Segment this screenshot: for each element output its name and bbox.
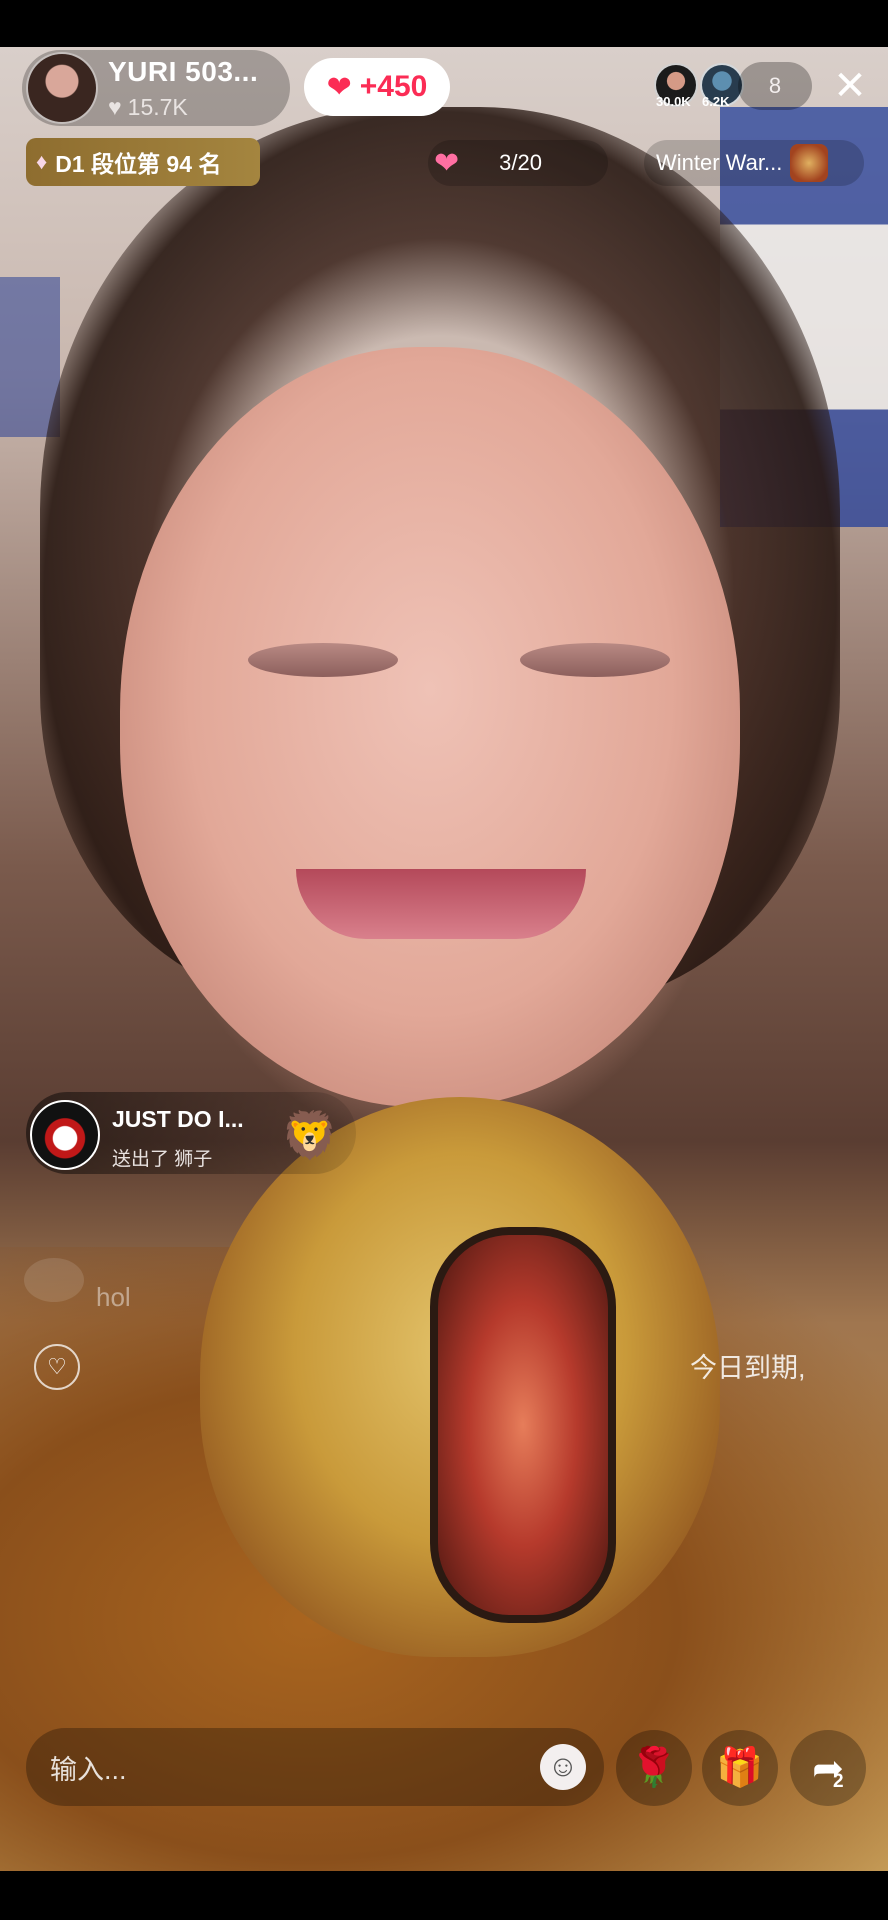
live-video-stream <box>0 47 888 1871</box>
gift-icon[interactable]: 🎁 <box>702 1730 778 1806</box>
gift-sender-name: JUST DO I... <box>112 1106 244 1132</box>
emoji-icon[interactable]: ☺ <box>540 1744 586 1790</box>
share-icon[interactable]: ➦ <box>790 1730 866 1806</box>
streamer-eye-left <box>248 643 398 677</box>
rose-icon[interactable]: 🌹 <box>616 1730 692 1806</box>
heart-icon: ♥ <box>108 94 122 120</box>
host-likes-count: 15.7K <box>127 94 188 120</box>
likes-gain-value: +450 <box>359 70 428 103</box>
top-viewer-score-2: 6.2K <box>702 94 730 109</box>
likes-gain-badge[interactable]: ❤ +450 <box>304 58 450 116</box>
event-label: Winter War... <box>656 150 783 175</box>
streamer-mouth <box>296 869 586 939</box>
system-notice: 今日到期, <box>690 1353 806 1383</box>
rank-badge[interactable]: ♦ D1 段位第 94 名 <box>26 138 260 186</box>
gift-action-text: 送出了 狮子 <box>112 1149 213 1170</box>
host-avatar[interactable] <box>26 52 98 124</box>
host-likes: ♥ 15.7K <box>108 94 188 121</box>
task-progress-pill[interactable]: ❤ 3/20 <box>428 140 608 186</box>
lion-gift-icon: 🦁 <box>281 1109 339 1161</box>
heart-icon: ❤ <box>326 70 352 104</box>
streamer-face <box>120 347 740 1107</box>
event-badge-icon <box>790 144 829 182</box>
comment-input-placeholder: 输入... <box>50 1755 127 1785</box>
rank-label: D1 段位第 94 名 <box>55 151 222 177</box>
task-progress: 3/20 <box>499 150 542 175</box>
viewer-count-button[interactable]: 8 <box>738 62 812 110</box>
event-pill[interactable]: Winter War... <box>644 140 864 186</box>
chat-avatar <box>24 1258 84 1302</box>
top-viewer-score-1: 30.0K <box>656 94 691 109</box>
diamond-icon: ♦ <box>36 149 48 174</box>
share-count: 2 <box>833 1771 844 1792</box>
close-icon[interactable]: ✕ <box>826 62 874 110</box>
gift-sender-avatar[interactable] <box>30 1100 100 1170</box>
lion-gift-animation-mouth <box>430 1227 616 1623</box>
chat-message: hol <box>96 1282 131 1312</box>
host-name: YURI 503... <box>108 56 259 87</box>
gift-heart-icon: ❤ <box>434 146 460 180</box>
heart-outline-icon[interactable]: ♡ <box>34 1344 80 1390</box>
streamer-eye-right <box>520 643 670 677</box>
